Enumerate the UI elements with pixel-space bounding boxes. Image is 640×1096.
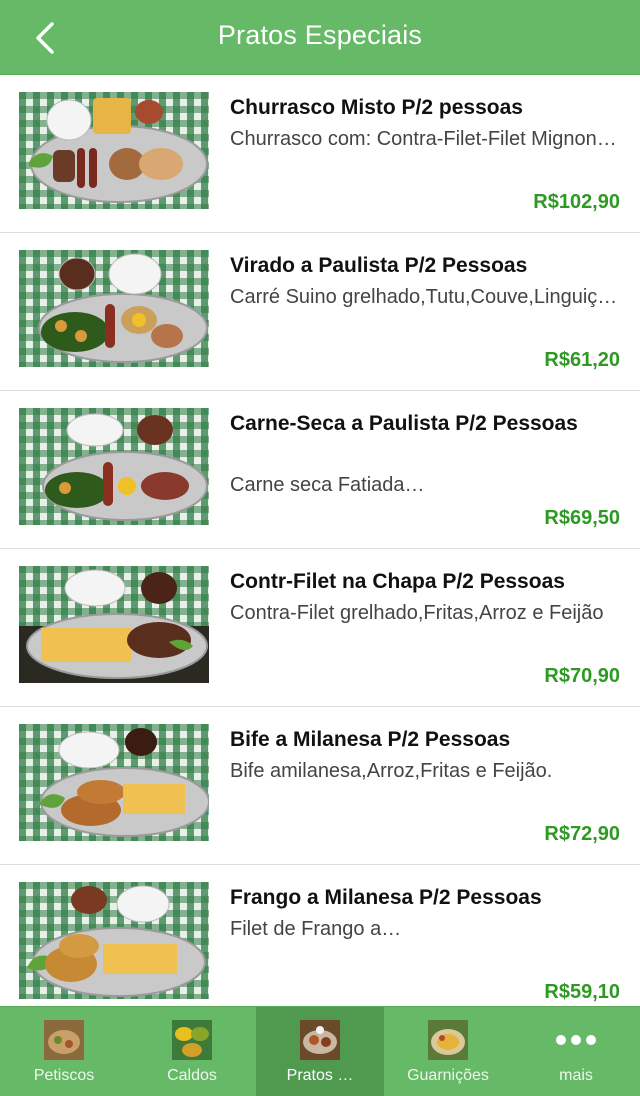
dish-price: R$61,20 xyxy=(544,349,620,371)
dish-price: R$70,90 xyxy=(544,665,620,687)
list-item[interactable]: Carne-Seca a Paulista P/2 Pessoas Carne … xyxy=(0,391,640,549)
dish-description: Carré Suino grelhado,Tutu,Couve,Linguiça… xyxy=(230,286,620,308)
dish-title: Carne-Seca a Paulista P/2 Pessoas xyxy=(230,412,578,435)
dish-description: Carne seca Fatiada… xyxy=(230,474,425,496)
petiscos-icon xyxy=(44,1020,84,1060)
tab-label: mais xyxy=(559,1067,593,1084)
list-item[interactable]: Frango a Milanesa P/2 Pessoas Filet de F… xyxy=(0,865,640,1006)
tab-label: Pratos … xyxy=(286,1067,354,1084)
tab-caldos[interactable]: Caldos xyxy=(128,1007,256,1096)
dish-title: Contr-Filet na Chapa P/2 Pessoas xyxy=(230,570,565,593)
dish-title: Virado a Paulista P/2 Pessoas xyxy=(230,254,528,277)
list-item[interactable]: Contr-Filet na Chapa P/2 Pessoas Contra-… xyxy=(0,549,640,707)
dish-title: Frango a Milanesa P/2 Pessoas xyxy=(230,886,542,909)
tab-bar: Petiscos Caldos Pratos … Guarnições mais xyxy=(0,1006,640,1096)
dish-price: R$102,90 xyxy=(533,191,620,213)
guarnicoes-icon xyxy=(428,1020,468,1060)
dish-price: R$59,10 xyxy=(544,981,620,1003)
more-dots-icon xyxy=(555,1033,597,1051)
list-item[interactable]: Virado a Paulista P/2 Pessoas Carré Suin… xyxy=(0,233,640,391)
dish-price: R$69,50 xyxy=(544,507,620,529)
dish-description: Filet de Frango a… xyxy=(230,918,402,940)
list-item[interactable]: Bife a Milanesa P/2 Pessoas Bife amilane… xyxy=(0,707,640,865)
dish-photo xyxy=(19,92,209,209)
caldos-icon xyxy=(172,1020,212,1060)
dish-title: Churrasco Misto P/2 pessoas xyxy=(230,96,523,119)
list-item[interactable]: Churrasco Misto P/2 pessoas Churrasco co… xyxy=(0,75,640,233)
tab-petiscos[interactable]: Petiscos xyxy=(0,1007,128,1096)
dish-description: Churrasco com: Contra-Filet-Filet Mignon… xyxy=(230,128,620,150)
page-title: Pratos Especiais xyxy=(217,20,423,50)
tab-label: Guarnições xyxy=(407,1067,489,1084)
nav-bar: Pratos Especiais xyxy=(0,0,640,75)
dish-photo xyxy=(19,882,209,999)
tab-label: Petiscos xyxy=(33,1067,95,1084)
dish-photo xyxy=(19,250,209,367)
dish-list[interactable]: Churrasco Misto P/2 pessoas Churrasco co… xyxy=(0,75,640,1006)
dish-photo xyxy=(19,724,209,841)
dish-title: Bife a Milanesa P/2 Pessoas xyxy=(230,728,511,751)
dish-description: Bife amilanesa,Arroz,Fritas e Feijão. xyxy=(230,760,553,782)
pratos-icon xyxy=(300,1020,340,1060)
tab-label: Caldos xyxy=(167,1067,217,1084)
dish-description: Contra-Filet grelhado,Fritas,Arroz e Fei… xyxy=(230,602,604,624)
tab-more[interactable]: mais xyxy=(512,1007,640,1096)
dish-photo xyxy=(19,566,209,683)
tab-pratos[interactable]: Pratos … xyxy=(256,1007,384,1096)
tab-guarnicoes[interactable]: Guarnições xyxy=(384,1007,512,1096)
dish-price: R$72,90 xyxy=(544,823,620,845)
dish-photo xyxy=(19,408,209,525)
